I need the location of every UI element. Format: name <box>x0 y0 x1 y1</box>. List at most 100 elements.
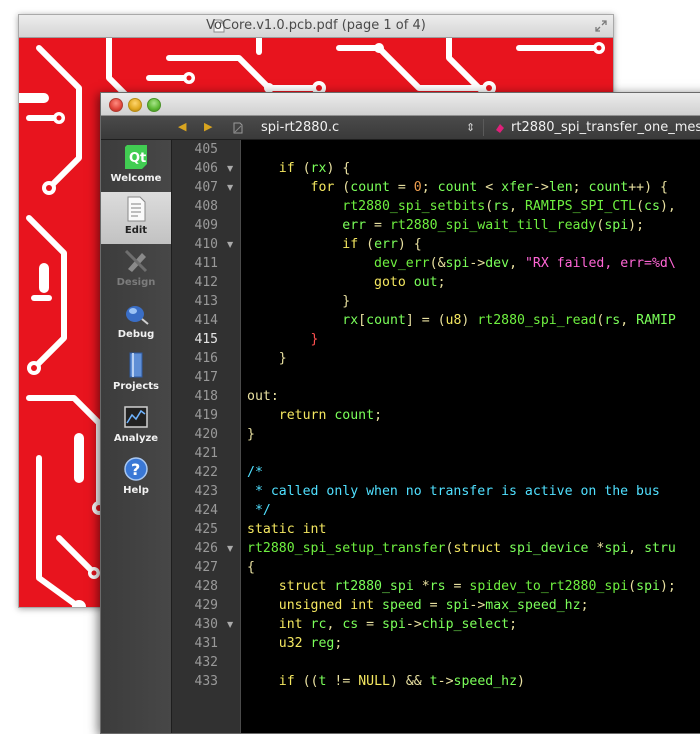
code-line[interactable]: static int <box>247 520 326 539</box>
mode-welcome[interactable]: Qt Welcome <box>101 140 171 192</box>
pdf-titlebar[interactable]: VoCore.v1.0.pcb.pdf (page 1 of 4) <box>19 15 613 38</box>
line-number: 428 <box>194 579 218 594</box>
line-number: 426 <box>194 541 218 556</box>
open-file-selector[interactable]: spi-rt2880.c <box>261 120 339 135</box>
fold-toggle-icon[interactable]: ▼ <box>227 159 233 178</box>
code-line[interactable]: return count; <box>247 406 382 425</box>
mode-projects[interactable]: Projects <box>101 348 171 400</box>
code-line[interactable]: /* <box>247 463 263 482</box>
line-number: 413 <box>194 294 218 309</box>
code-line[interactable]: int rc, cs = spi->chip_select; <box>247 615 517 634</box>
qt-logo-icon: Qt <box>125 145 147 169</box>
line-number: 405 <box>194 142 218 157</box>
help-question-icon: ? <box>124 457 148 481</box>
mode-label: Projects <box>112 381 159 392</box>
mode-label: Welcome <box>110 173 162 184</box>
line-number: 422 <box>194 465 218 480</box>
line-number: 424 <box>194 503 218 518</box>
code-line[interactable]: out: <box>247 387 279 406</box>
code-line[interactable]: } <box>247 330 319 349</box>
mode-design[interactable]: Design <box>101 244 171 296</box>
current-line-number: 415 <box>194 332 218 347</box>
line-number: 427 <box>194 560 218 575</box>
zoom-window-button[interactable] <box>147 98 161 112</box>
line-number: 432 <box>194 655 218 670</box>
mode-analyze[interactable]: Analyze <box>101 400 171 452</box>
code-line[interactable]: rx[count] = (u8) rt2880_spi_read(rs, RAM… <box>247 311 676 330</box>
debug-bug-icon <box>126 306 149 325</box>
qt-titlebar[interactable] <box>101 93 700 116</box>
fold-marker-column <box>223 140 241 733</box>
line-number: 409 <box>194 218 218 233</box>
code-line[interactable]: } <box>247 425 255 444</box>
fullscreen-icon[interactable] <box>595 20 607 32</box>
combo-arrows-icon[interactable]: ⇕ <box>466 121 475 134</box>
edit-document-icon <box>127 196 146 222</box>
fold-toggle-icon[interactable]: ▼ <box>227 178 233 197</box>
line-number: 431 <box>194 636 218 651</box>
code-line[interactable]: if (err) { <box>247 235 421 254</box>
code-line[interactable]: u32 reg; <box>247 634 343 653</box>
line-number: 410 <box>194 237 218 252</box>
qt-creator-window[interactable]: ◀ ▶ spi-rt2880.c ⇕ rt2880_spi_transfer_o… <box>100 92 700 734</box>
mode-label: Edit <box>124 225 148 236</box>
line-number: 425 <box>194 522 218 537</box>
line-number: 411 <box>194 256 218 271</box>
line-number: 421 <box>194 446 218 461</box>
analyze-chart-icon <box>124 406 148 428</box>
line-number: 412 <box>194 275 218 290</box>
function-symbol-icon <box>496 124 504 133</box>
close-window-button[interactable] <box>109 98 123 112</box>
line-number: 419 <box>194 408 218 423</box>
line-number: 416 <box>194 351 218 366</box>
code-line[interactable]: goto out; <box>247 273 446 292</box>
code-line[interactable]: for (count = 0; count < xfer->len; count… <box>247 178 668 197</box>
file-lock-icon <box>233 122 243 134</box>
code-line[interactable]: dev_err(&spi->dev, "RX failed, err=%d\ <box>247 254 676 273</box>
line-number: 418 <box>194 389 218 404</box>
line-number: 433 <box>194 674 218 689</box>
code-line[interactable]: if (rx) { <box>247 159 351 178</box>
line-number: 408 <box>194 199 218 214</box>
line-number: 429 <box>194 598 218 613</box>
fold-toggle-icon[interactable]: ▼ <box>227 539 233 558</box>
code-line[interactable]: */ <box>247 501 271 520</box>
toolbar-divider <box>483 119 484 136</box>
back-arrow-icon[interactable]: ◀ <box>178 120 186 133</box>
code-line[interactable]: rt2880_spi_setbits(rs, RAMIPS_SPI_CTL(cs… <box>247 197 676 216</box>
code-line[interactable]: struct rt2880_spi *rs = spidev_to_rt2880… <box>247 577 676 596</box>
code-line[interactable]: } <box>247 349 287 368</box>
svg-text:Qt: Qt <box>129 151 146 166</box>
code-line[interactable]: unsigned int speed = spi->max_speed_hz; <box>247 596 589 615</box>
line-number: 406 <box>194 161 218 176</box>
mode-label: Debug <box>117 329 155 340</box>
mode-label: Help <box>123 485 149 496</box>
line-number: 417 <box>194 370 218 385</box>
code-line[interactable]: * called only when no transfer is active… <box>247 482 660 501</box>
mode-label: Design <box>116 277 156 288</box>
forward-arrow-icon[interactable]: ▶ <box>204 120 212 133</box>
pdf-window-title: VoCore.v1.0.pcb.pdf (page 1 of 4) <box>206 18 426 33</box>
mode-edit[interactable]: Edit <box>101 192 171 244</box>
line-number: 414 <box>194 313 218 328</box>
mode-debug[interactable]: Debug <box>101 296 171 348</box>
code-line[interactable]: rt2880_spi_setup_transfer(struct spi_dev… <box>247 539 676 558</box>
svg-text:?: ? <box>131 460 140 479</box>
code-line[interactable]: if ((t != NULL) && t->speed_hz) <box>247 672 525 691</box>
line-number: 420 <box>194 427 218 442</box>
line-number: 423 <box>194 484 218 499</box>
code-line[interactable]: { <box>247 558 255 577</box>
minimize-window-button[interactable] <box>128 98 142 112</box>
code-line[interactable]: } <box>247 292 350 311</box>
mode-selector-sidebar: Qt Welcome Edit Design Debug Projects An… <box>101 140 172 733</box>
fold-toggle-icon[interactable]: ▼ <box>227 235 233 254</box>
mode-label: Analyze <box>113 433 159 444</box>
code-line[interactable]: err = rt2880_spi_wait_till_ready(spi); <box>247 216 644 235</box>
line-number: 430 <box>194 617 218 632</box>
design-pen-icon <box>124 249 148 273</box>
function-selector[interactable]: rt2880_spi_transfer_one_mess <box>511 120 700 135</box>
line-number: 407 <box>194 180 218 195</box>
mode-help[interactable]: ? Help <box>101 452 171 504</box>
projects-folder-icon <box>129 352 143 378</box>
fold-toggle-icon[interactable]: ▼ <box>227 615 233 634</box>
